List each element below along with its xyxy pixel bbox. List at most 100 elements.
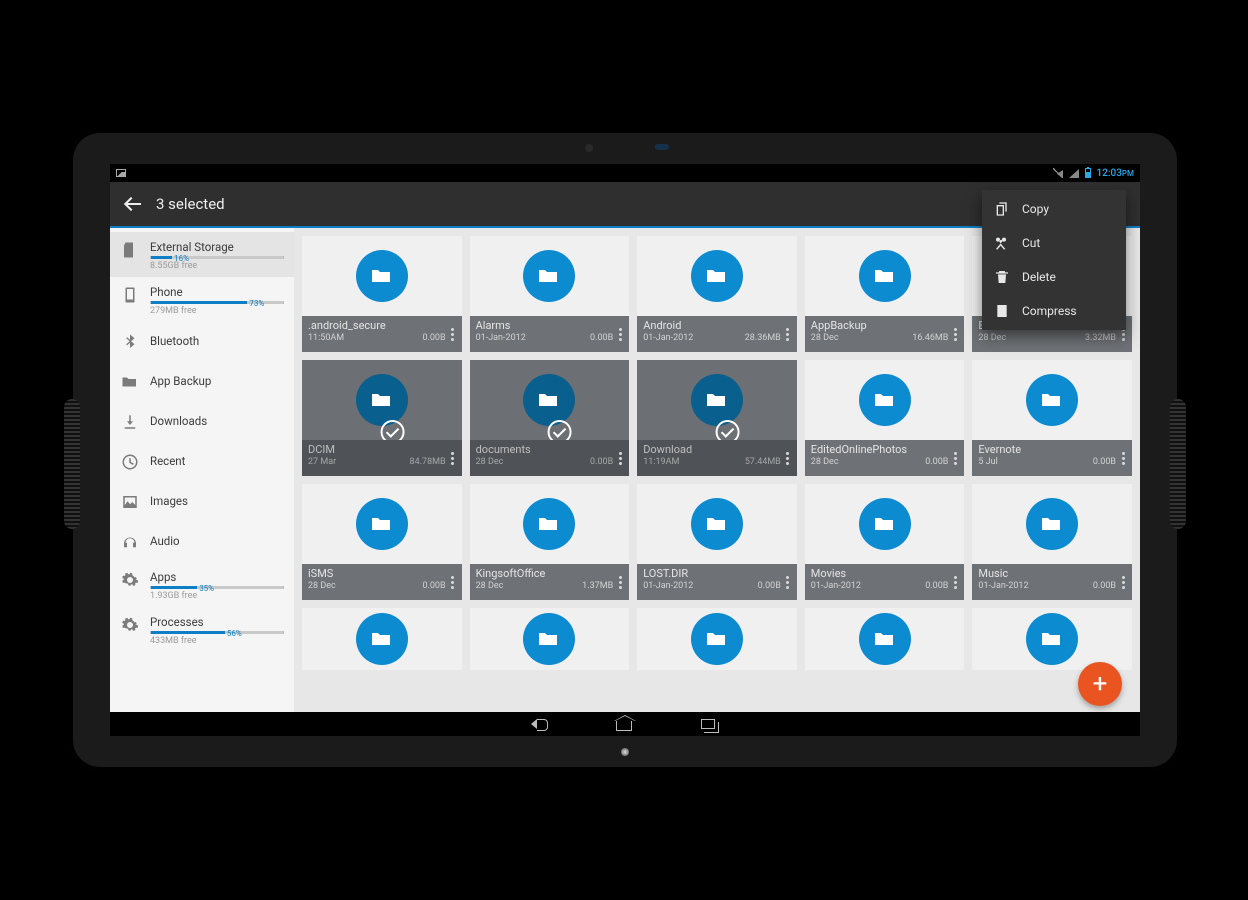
copy-icon <box>994 201 1010 217</box>
menu-item-delete[interactable]: Delete <box>982 260 1126 294</box>
sidebar-item-processes[interactable]: Processes 56% 433MB free <box>110 607 294 652</box>
folder-tile[interactable] <box>972 608 1132 670</box>
tile-menu-button[interactable] <box>781 316 795 352</box>
gear-icon <box>120 615 140 635</box>
folder-date: 11:19AM <box>643 457 679 467</box>
folder-tile[interactable]: Music 01-Jan-2012 0.00B <box>972 484 1132 600</box>
folder-info: AppBackup 28 Dec 16.46MB <box>805 316 965 352</box>
menu-item-compress[interactable]: Compress <box>982 294 1126 328</box>
folder-tile[interactable]: EditedOnlinePhotos 28 Dec 0.00B <box>805 360 965 476</box>
folder-icon <box>859 613 911 665</box>
folder-thumb <box>805 360 965 440</box>
tile-menu-button[interactable] <box>948 440 962 476</box>
folder-date: 28 Dec <box>476 457 504 467</box>
folder-icon <box>356 250 408 302</box>
sidebar-item-images[interactable]: Images <box>110 482 294 522</box>
folder-tile[interactable]: Movies 01-Jan-2012 0.00B <box>805 484 965 600</box>
folder-tile[interactable] <box>637 608 797 670</box>
tile-menu-button[interactable] <box>948 316 962 352</box>
fab-add-button[interactable]: + <box>1078 662 1122 706</box>
folder-icon <box>691 613 743 665</box>
free-space: 433MB free <box>150 636 284 646</box>
clock-icon <box>120 452 140 472</box>
folder-name: Evernote <box>978 443 1116 456</box>
folder-icon <box>523 613 575 665</box>
mute-icon <box>1053 168 1063 178</box>
folder-date: 27 Mar <box>308 457 336 467</box>
folder-tile[interactable] <box>302 608 462 670</box>
folder-size: 0.00B <box>422 581 445 591</box>
folder-tile[interactable] <box>470 608 630 670</box>
back-button[interactable] <box>122 194 142 214</box>
sidebar-item-label: Audio <box>150 534 284 548</box>
sidebar-item-app-backup[interactable]: App Backup <box>110 362 294 402</box>
tile-menu-button[interactable] <box>781 564 795 600</box>
folder-tile[interactable]: DCIM 27 Mar 84.78MB <box>302 360 462 476</box>
folder-tile[interactable]: Evernote 5 Jul 0.00B <box>972 360 1132 476</box>
menu-item-label: Compress <box>1022 304 1077 318</box>
menu-item-label: Copy <box>1022 202 1049 216</box>
folder-name: Music <box>978 567 1116 580</box>
sidebar-item-recent[interactable]: Recent <box>110 442 294 482</box>
tile-menu-button[interactable] <box>781 440 795 476</box>
folder-icon <box>356 613 408 665</box>
folder-size: 0.00B <box>590 457 613 467</box>
folder-icon <box>691 498 743 550</box>
tile-menu-button[interactable] <box>613 316 627 352</box>
folder-tile[interactable]: documents 28 Dec 0.00B <box>470 360 630 476</box>
folder-thumb <box>805 236 965 316</box>
image-icon <box>120 492 140 512</box>
folder-size: 0.00B <box>590 333 613 343</box>
folder-name: LOST.DIR <box>643 567 781 580</box>
audio-icon <box>120 532 140 552</box>
sidebar-item-downloads[interactable]: Downloads <box>110 402 294 442</box>
folder-name: KingsoftOffice <box>476 567 614 580</box>
folder-name: AppBackup <box>811 319 949 332</box>
usage-bar: 73% <box>150 301 284 304</box>
folder-tile[interactable] <box>805 608 965 670</box>
folder-name: Android <box>643 319 781 332</box>
tile-menu-button[interactable] <box>446 440 460 476</box>
folder-tile[interactable]: Android 01-Jan-2012 28.36MB <box>637 236 797 352</box>
folder-tile[interactable]: Alarms 01-Jan-2012 0.00B <box>470 236 630 352</box>
free-space: 1.93GB free <box>150 591 284 601</box>
folder-icon <box>1026 613 1078 665</box>
screen: 12:03PM 3 selected External Storage 16% … <box>110 164 1140 736</box>
tile-menu-button[interactable] <box>446 316 460 352</box>
tile-menu-button[interactable] <box>1116 440 1130 476</box>
folder-tile[interactable]: KingsoftOffice 28 Dec 1.37MB <box>470 484 630 600</box>
usage-bar: 35% <box>150 586 284 589</box>
sidebar-item-label: App Backup <box>150 374 284 388</box>
folder-tile[interactable]: LOST.DIR 01-Jan-2012 0.00B <box>637 484 797 600</box>
nav-home-button[interactable] <box>613 715 637 733</box>
folder-size: 0.00B <box>422 333 445 343</box>
tile-menu-button[interactable] <box>613 564 627 600</box>
sidebar-item-audio[interactable]: Audio <box>110 522 294 562</box>
sidebar-item-label: Processes <box>150 615 284 629</box>
folder-tile[interactable]: iSMS 28 Dec 0.00B <box>302 484 462 600</box>
folder-name: EditedOnlinePhotos <box>811 443 949 456</box>
sidebar-item-external-storage[interactable]: External Storage 16% 8.55GB free <box>110 232 294 277</box>
nav-back-button[interactable] <box>529 715 553 733</box>
folder-thumb <box>637 484 797 564</box>
sidebar-item-bluetooth[interactable]: Bluetooth <box>110 322 294 362</box>
phone-icon <box>120 285 140 305</box>
menu-item-copy[interactable]: Copy <box>982 192 1126 226</box>
sidebar-item-label: Apps <box>150 570 284 584</box>
tile-menu-button[interactable] <box>446 564 460 600</box>
tile-menu-button[interactable] <box>948 564 962 600</box>
tile-menu-button[interactable] <box>613 440 627 476</box>
folder-size: 84.78MB <box>410 457 446 467</box>
folder-size: 1.37MB <box>582 581 613 591</box>
sidebar-item-apps[interactable]: Apps 35% 1.93GB free <box>110 562 294 607</box>
sidebar-item-phone[interactable]: Phone 73% 279MB free <box>110 277 294 322</box>
folder-tile[interactable]: Download 11:19AM 57.44MB <box>637 360 797 476</box>
nav-recent-button[interactable] <box>697 715 721 733</box>
tile-menu-button[interactable] <box>1116 564 1130 600</box>
sidebar-item-label: Downloads <box>150 414 284 428</box>
folder-tile[interactable]: AppBackup 28 Dec 16.46MB <box>805 236 965 352</box>
folder-tile[interactable]: .android_secure 11:50AM 0.00B <box>302 236 462 352</box>
menu-item-cut[interactable]: Cut <box>982 226 1126 260</box>
folder-icon <box>859 498 911 550</box>
sidebar-item-label: External Storage <box>150 240 284 254</box>
